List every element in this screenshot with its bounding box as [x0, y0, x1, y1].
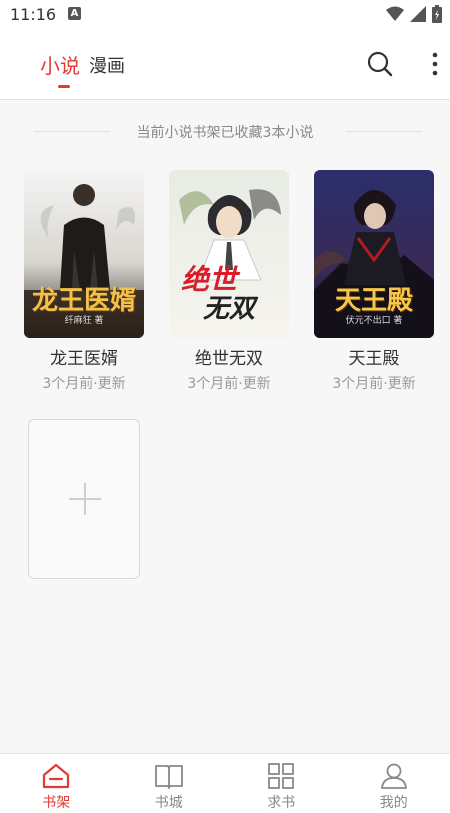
- shelf-banner: 当前小说书架已收藏3本小说: [0, 118, 450, 146]
- nav-item-bookstore[interactable]: 书城: [113, 754, 226, 813]
- book-title[interactable]: 龙王医婿: [24, 344, 144, 369]
- tab-novel[interactable]: 小说: [40, 50, 80, 79]
- book-card[interactable]: 天王殿 伏元不出口 著 天王殿 3个月前·更新: [314, 170, 434, 393]
- divider: [346, 131, 422, 132]
- cover-title-text: 天王殿: [334, 286, 413, 316]
- status-bar: 11:16 A: [0, 0, 450, 28]
- nav-item-profile[interactable]: 我的: [338, 754, 450, 813]
- nav-item-bookshelf[interactable]: 书架: [0, 754, 113, 813]
- nav-label: 我的: [379, 795, 408, 811]
- cover-author-text: 伏元不出口 著: [345, 316, 403, 326]
- book-card[interactable]: 龙王医婿 纤麻狂 著 龙王医婿 3个月前·更新: [24, 170, 144, 393]
- tab-comic[interactable]: 漫画: [89, 52, 125, 78]
- book-title[interactable]: 天王殿: [314, 344, 434, 369]
- book-cover[interactable]: 天王殿 伏元不出口 著: [314, 170, 434, 338]
- book-cover[interactable]: 龙王医婿 纤麻狂 著: [24, 170, 144, 338]
- cover-title-text: 龙王医婿: [31, 286, 136, 316]
- bottom-nav: 书架 书城 求书 我的: [0, 753, 450, 813]
- nav-label: 求书: [267, 795, 296, 811]
- wifi-icon: [386, 6, 404, 21]
- book-update-time: 3个月前·更新: [42, 376, 126, 392]
- shelf-count-text: 当前小说书架已收藏3本小说: [136, 125, 314, 141]
- book-update-time: 3个月前·更新: [187, 376, 271, 392]
- nav-label: 书城: [154, 795, 183, 811]
- more-vert-icon[interactable]: [428, 50, 442, 78]
- person-icon: [380, 763, 407, 789]
- book-cover[interactable]: 绝世 无双: [169, 170, 289, 338]
- book-card[interactable]: 绝世 无双 绝世无双 3个月前·更新: [169, 170, 289, 393]
- nav-item-request-book[interactable]: 求书: [225, 754, 338, 813]
- book-icon: [154, 765, 183, 789]
- system-icons: [386, 5, 442, 23]
- book-title[interactable]: 绝世无双: [169, 344, 289, 369]
- notification-badge: A: [68, 7, 81, 20]
- active-tab-indicator: [58, 85, 70, 88]
- cover-title-text: 无双: [203, 294, 256, 324]
- top-bar: 小说 漫画: [0, 28, 450, 100]
- grid-icon: [268, 763, 295, 789]
- search-icon[interactable]: [366, 50, 394, 78]
- home-icon: [43, 763, 70, 789]
- cover-author-text: 纤麻狂 著: [64, 316, 104, 326]
- signal-icon: [410, 6, 426, 22]
- add-book-button[interactable]: [28, 419, 140, 579]
- battery-icon: [432, 5, 442, 23]
- status-time: 11:16: [10, 5, 57, 24]
- book-update-time: 3个月前·更新: [332, 376, 416, 392]
- nav-label: 书架: [42, 795, 71, 811]
